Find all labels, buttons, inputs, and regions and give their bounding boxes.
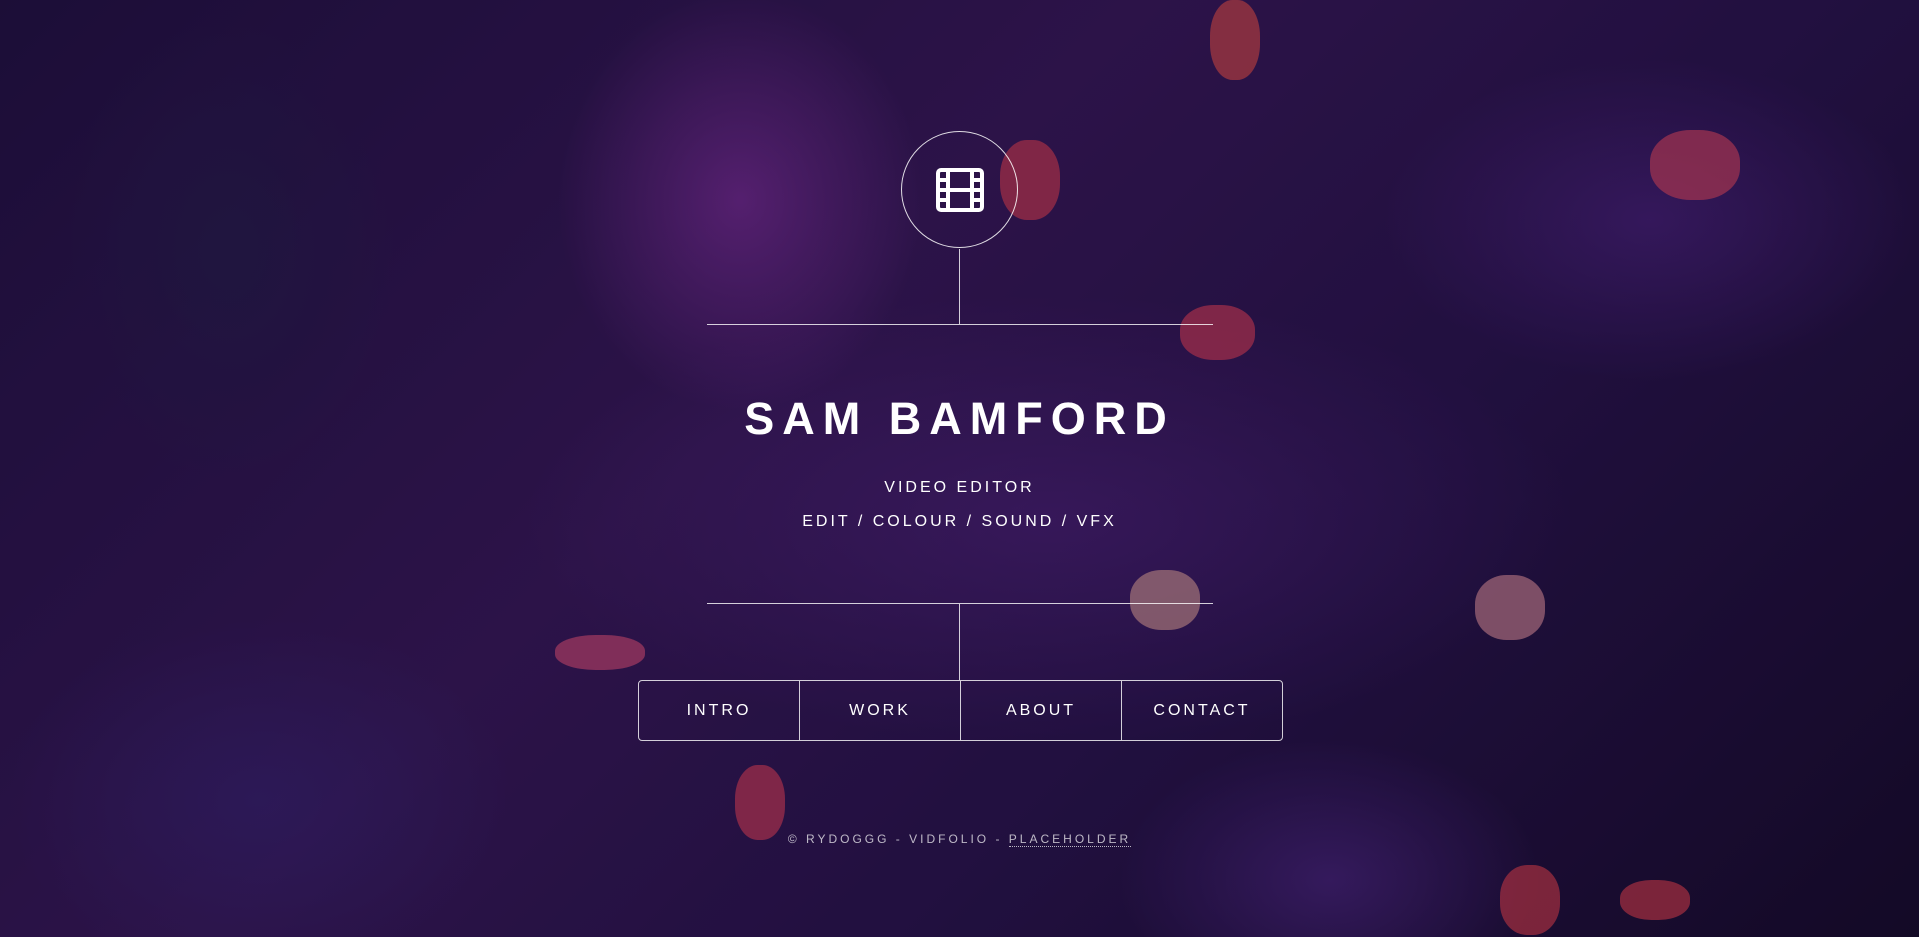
nav-item-about[interactable]: ABOUT — [960, 681, 1121, 740]
footer-link[interactable]: PLACEHOLDER — [1008, 832, 1132, 847]
footer: © RYDOGGG - VIDFOLIO - PLACEHOLDER — [0, 832, 1919, 847]
nav-item-contact[interactable]: CONTACT — [1121, 681, 1282, 740]
skills-list: EDIT / COLOUR / SOUND / VFX — [802, 513, 1117, 530]
divider-top — [707, 324, 1213, 325]
connector-line-top — [959, 249, 960, 324]
connector-line-bottom — [959, 604, 960, 680]
main-nav: INTRO WORK ABOUT CONTACT — [638, 680, 1283, 741]
nav-item-work[interactable]: WORK — [799, 681, 960, 740]
page-title: SAM BAMFORD — [744, 393, 1175, 444]
film-icon — [935, 167, 984, 212]
footer-credit: © RYDOGGG - VIDFOLIO - — [787, 832, 1009, 846]
job-title: VIDEO EDITOR — [884, 479, 1035, 496]
logo-circle — [901, 131, 1018, 248]
divider-bottom — [707, 603, 1213, 604]
nav-item-intro[interactable]: INTRO — [639, 681, 799, 740]
